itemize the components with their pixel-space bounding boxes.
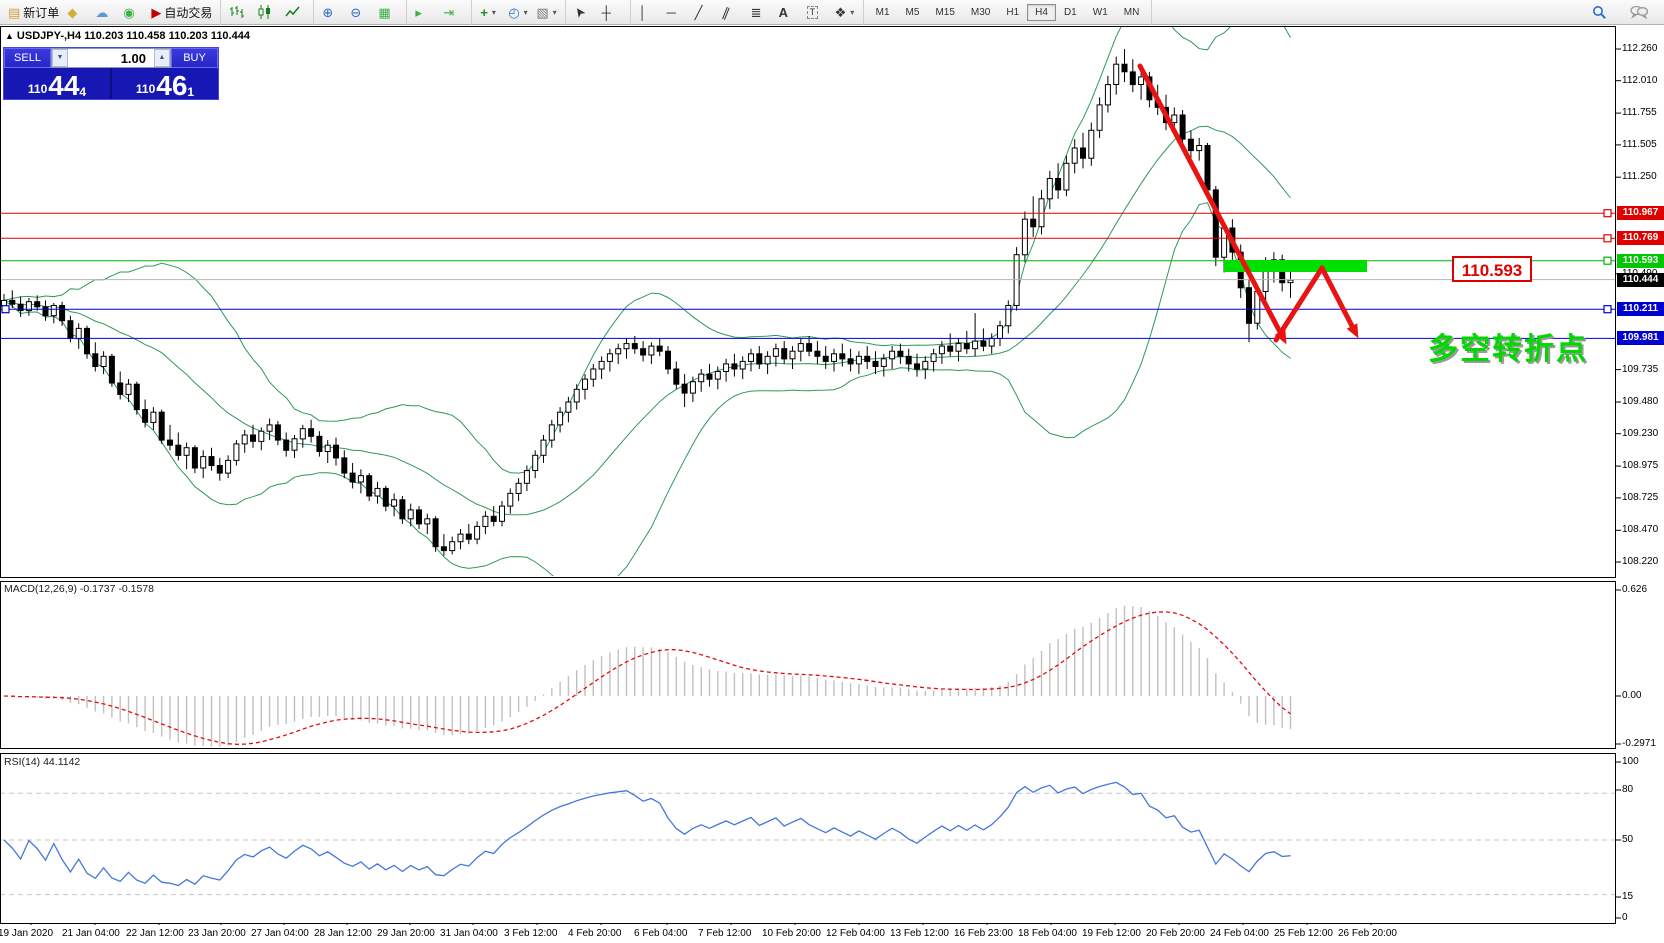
buy-price-big: 46 — [156, 75, 187, 98]
sell-button[interactable]: SELL — [4, 48, 51, 68]
price-tick-label: 109.735 — [1622, 364, 1664, 375]
buy-price-pip: 1 — [187, 86, 194, 98]
price-callout-box[interactable]: 110.593 — [1452, 256, 1532, 282]
buy-price[interactable]: 110 46 1 — [112, 68, 218, 99]
time-tick-label: 25 Feb 12:00 — [1274, 928, 1333, 939]
price-tick-label: 109.480 — [1622, 396, 1664, 407]
chart-header-text: USDJPY-,H4 110.203 110.458 110.203 110.4… — [17, 30, 250, 42]
one-click-trading-panel: SELL ▼ ▲ BUY 110 44 4 110 46 1 — [3, 47, 219, 100]
terminal-window: ▤新订单◆☁◉▶自动交易⊕⊖▦▸⇥+▾◴▾▧▾➤┼│─╱∥≣AT❖▾M1M5M1… — [0, 0, 1664, 943]
macd-indicator-label: MACD(12,26,9) -0.1737 -0.1578 — [4, 583, 154, 595]
volume-decrease-button[interactable]: ▼ — [52, 49, 68, 67]
rsi-indicator-label: RSI(14) 44.1142 — [4, 756, 80, 768]
buy-button[interactable]: BUY — [171, 48, 218, 68]
symbol-arrow-icon: ▲ — [5, 31, 14, 41]
price-tick-label: 108.975 — [1622, 460, 1664, 471]
time-tick-label: 16 Feb 23:00 — [954, 928, 1013, 939]
time-tick-label: 6 Feb 04:00 — [634, 928, 687, 939]
time-tick-label: 23 Jan 20:00 — [188, 928, 246, 939]
axis-tick-label: 0.626 — [1622, 584, 1647, 595]
price-tick-label: 111.250 — [1622, 171, 1664, 182]
axis-tick-label: 100 — [1622, 756, 1639, 767]
time-tick-label: 3 Feb 12:00 — [504, 928, 557, 939]
price-tick-label: 112.260 — [1622, 43, 1664, 54]
sell-price-pip: 4 — [79, 86, 86, 98]
time-tick-label: 12 Feb 04:00 — [826, 928, 885, 939]
time-tick-label: 22 Jan 12:00 — [126, 928, 184, 939]
price-badge: 109.981 — [1617, 331, 1664, 345]
price-badge: 110.211 — [1617, 302, 1664, 316]
time-tick-label: 28 Jan 12:00 — [314, 928, 372, 939]
axis-tick-label: -0.2971 — [1622, 738, 1656, 749]
time-tick-label: 21 Jan 04:00 — [62, 928, 120, 939]
time-tick-label: 4 Feb 20:00 — [568, 928, 621, 939]
chart-header: ▲USDJPY-,H4 110.203 110.458 110.203 110.… — [5, 30, 250, 42]
time-tick-label: 10 Feb 20:00 — [762, 928, 821, 939]
price-badge: 110.444 — [1617, 273, 1664, 287]
volume-increase-button[interactable]: ▲ — [154, 49, 170, 67]
price-tick-label: 111.505 — [1622, 139, 1664, 150]
sell-price[interactable]: 110 44 4 — [4, 68, 110, 99]
price-badge: 110.593 — [1617, 254, 1664, 268]
axis-tick-label: 50 — [1622, 834, 1633, 845]
price-badge: 110.967 — [1617, 206, 1664, 220]
price-tick-label: 112.010 — [1622, 75, 1664, 86]
sell-price-big: 44 — [48, 75, 79, 98]
time-tick-label: 18 Feb 04:00 — [1018, 928, 1077, 939]
price-tick-label: 108.220 — [1622, 556, 1664, 567]
time-tick-label: 26 Feb 20:00 — [1338, 928, 1397, 939]
volume-input[interactable] — [68, 49, 154, 67]
price-tick-label: 108.725 — [1622, 492, 1664, 503]
turning-point-note[interactable]: 多空转折点 — [1428, 324, 1588, 368]
price-tick-label: 109.230 — [1622, 428, 1664, 439]
axis-tick-label: 15 — [1622, 891, 1633, 902]
sell-price-prefix: 110 — [28, 83, 47, 95]
time-tick-label: 29 Jan 20:00 — [377, 928, 435, 939]
price-tick-label: 108.470 — [1622, 524, 1664, 535]
axis-tick-label: 0 — [1622, 912, 1628, 923]
volume-control: ▼ ▲ — [51, 48, 171, 68]
chart-plot-area[interactable] — [0, 0, 1664, 943]
price-badge: 110.769 — [1617, 231, 1664, 245]
time-axis[interactable]: 19 Jan 2020 21 Jan 04:00 22 Jan 12:00 23 Ja… — [0, 925, 1664, 943]
axis-tick-label: 0.00 — [1622, 690, 1641, 701]
time-tick-label: 27 Jan 04:00 — [251, 928, 309, 939]
time-tick-label: 19 Jan 2020 — [0, 928, 53, 939]
time-tick-label: 7 Feb 12:00 — [698, 928, 751, 939]
axis-tick-label: 80 — [1622, 784, 1633, 795]
time-tick-label: 31 Jan 04:00 — [440, 928, 498, 939]
time-tick-label: 24 Feb 04:00 — [1210, 928, 1269, 939]
time-tick-label: 19 Feb 12:00 — [1082, 928, 1141, 939]
buy-price-prefix: 110 — [136, 83, 155, 95]
time-tick-label: 13 Feb 12:00 — [890, 928, 949, 939]
time-tick-label: 20 Feb 20:00 — [1146, 928, 1205, 939]
price-tick-label: 111.755 — [1622, 107, 1664, 118]
